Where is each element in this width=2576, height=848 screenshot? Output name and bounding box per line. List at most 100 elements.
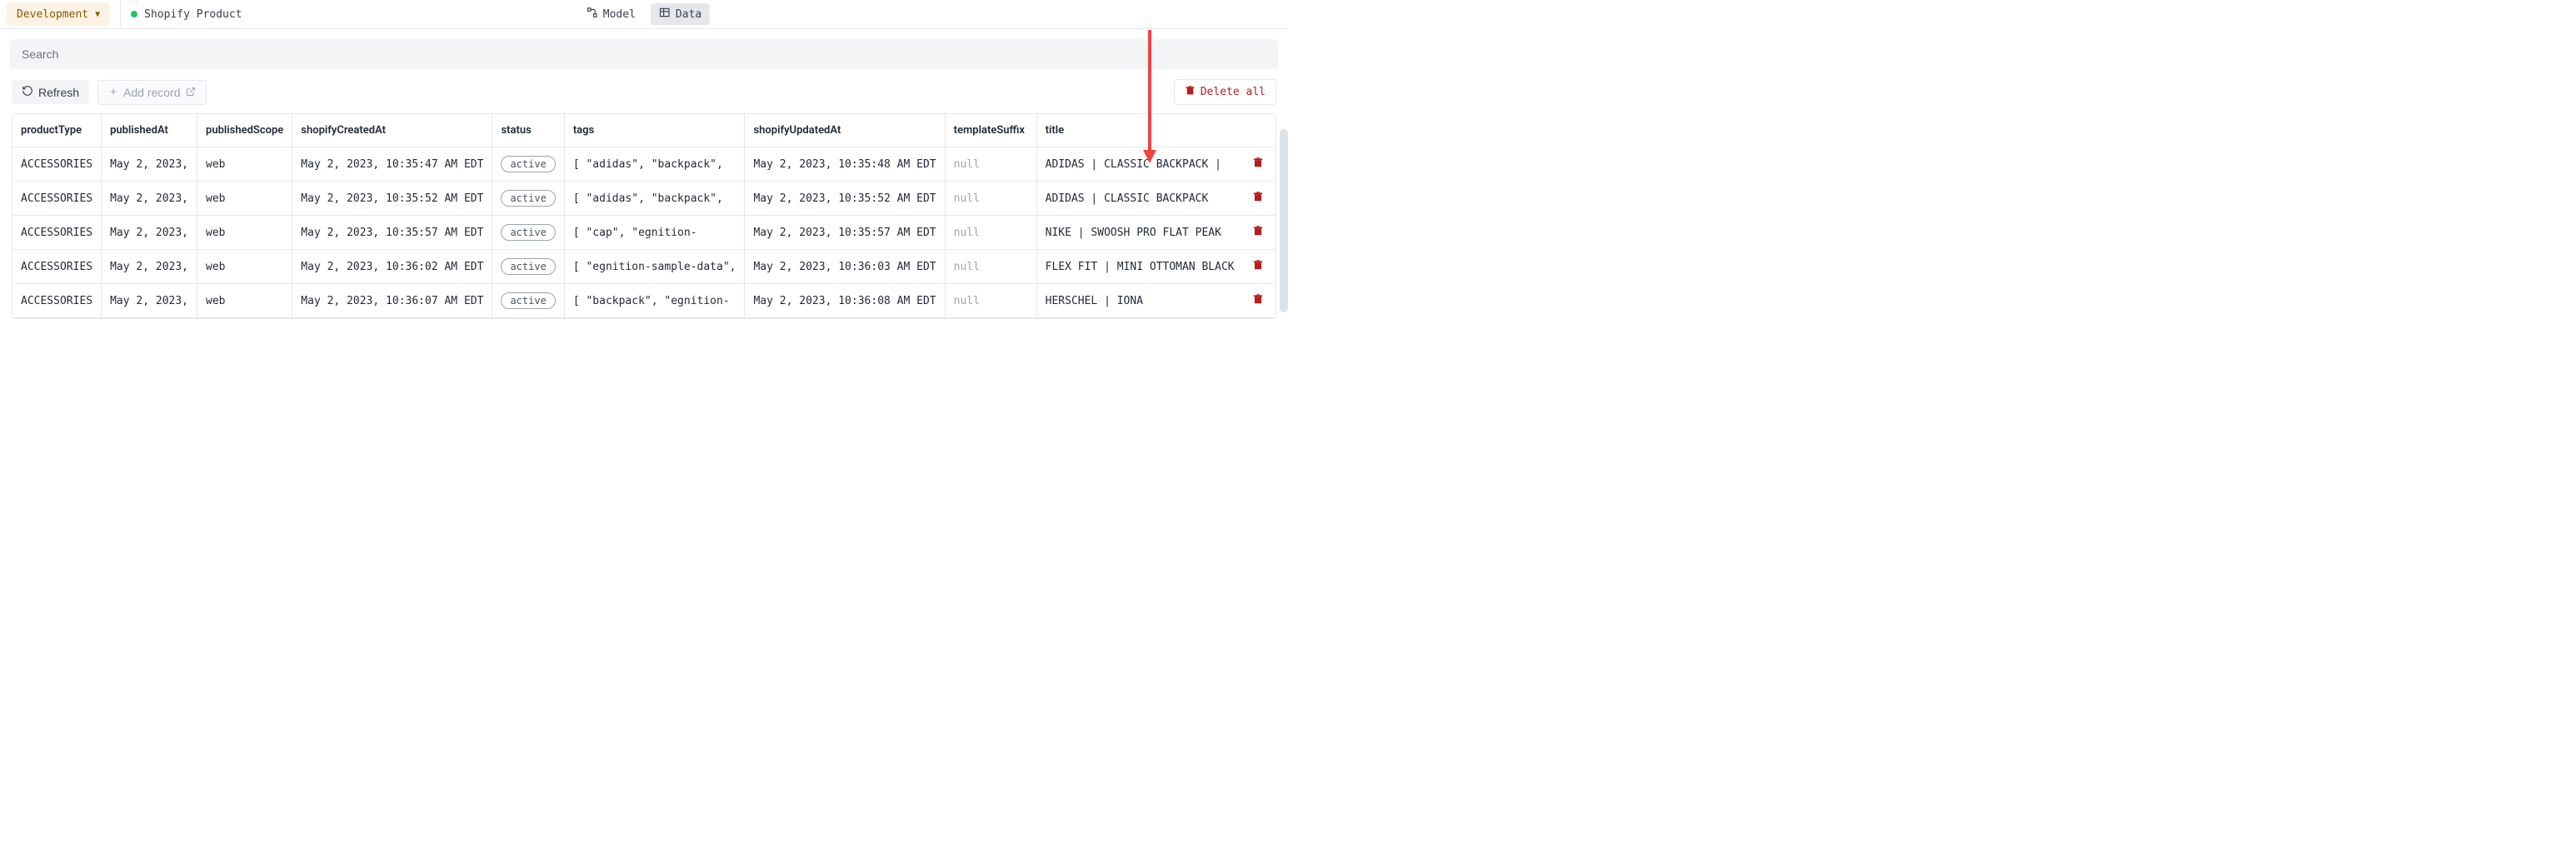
delete-row-button[interactable] (1252, 227, 1264, 240)
cell-publishedScope[interactable]: web (197, 147, 292, 182)
col-header-shopifyCreatedAt[interactable]: shopifyCreatedAt (292, 114, 492, 147)
trash-icon (1252, 225, 1264, 237)
cell-title[interactable]: ADIDAS | CLASSIC BACKPACK | (1036, 147, 1243, 182)
table-row[interactable]: ACCESSORIESMay 2, 2023,webMay 2, 2023, 1… (12, 284, 1276, 318)
cell-publishedScope[interactable]: web (197, 284, 292, 318)
status-pill: active (501, 292, 555, 309)
cell-title[interactable]: ADIDAS | CLASSIC BACKPACK (1036, 182, 1243, 216)
status-pill: active (501, 156, 555, 172)
table-icon (659, 7, 671, 22)
trash-icon (1252, 293, 1264, 305)
cell-status[interactable]: active (492, 147, 564, 182)
view-tabs: Model Data (578, 3, 710, 25)
delete-row-button[interactable] (1252, 193, 1264, 206)
cell-publishedAt[interactable]: May 2, 2023, (102, 147, 197, 182)
refresh-button[interactable]: Refresh (12, 80, 89, 104)
cell-shopifyCreatedAt[interactable]: May 2, 2023, 10:36:07 AM EDT (292, 284, 492, 318)
cell-shopifyCreatedAt[interactable]: May 2, 2023, 10:35:52 AM EDT (292, 182, 492, 216)
table-row[interactable]: ACCESSORIESMay 2, 2023,webMay 2, 2023, 1… (12, 147, 1276, 182)
add-record-button[interactable]: Add record (97, 80, 206, 105)
cell-status[interactable]: active (492, 182, 564, 216)
cell-productType[interactable]: ACCESSORIES (12, 284, 102, 318)
col-header-publishedAt[interactable]: publishedAt (102, 114, 197, 147)
cell-publishedScope[interactable]: web (197, 216, 292, 250)
cell-shopifyCreatedAt[interactable]: May 2, 2023, 10:36:02 AM EDT (292, 250, 492, 284)
cell-publishedAt[interactable]: May 2, 2023, (102, 284, 197, 318)
delete-all-button[interactable]: Delete all (1174, 79, 1276, 105)
col-header-shopifyUpdatedAt[interactable]: shopifyUpdatedAt (745, 114, 945, 147)
col-header-productType[interactable]: productType (12, 114, 102, 147)
cell-publishedAt[interactable]: May 2, 2023, (102, 182, 197, 216)
delete-row-button[interactable] (1252, 296, 1264, 308)
cell-productType[interactable]: ACCESSORIES (12, 147, 102, 182)
cell-templateSuffix[interactable]: null (945, 216, 1036, 250)
tab-model[interactable]: Model (578, 3, 644, 25)
cell-tags[interactable]: [ "cap", "egnition- (564, 216, 745, 250)
col-header-templateSuffix[interactable]: templateSuffix (945, 114, 1036, 147)
cell-status[interactable]: active (492, 284, 564, 318)
cell-shopifyCreatedAt[interactable]: May 2, 2023, 10:35:57 AM EDT (292, 216, 492, 250)
tree-icon (587, 7, 598, 22)
table-row[interactable]: ACCESSORIESMay 2, 2023,webMay 2, 2023, 1… (12, 250, 1276, 284)
toolbar: Refresh Add record Delete all (0, 76, 1288, 113)
cell-templateSuffix[interactable]: null (945, 147, 1036, 182)
cell-shopifyUpdatedAt[interactable]: May 2, 2023, 10:35:52 AM EDT (745, 182, 945, 216)
data-table-container: productType publishedAt publishedScope s… (12, 113, 1276, 319)
cell-templateSuffix[interactable]: null (945, 182, 1036, 216)
table-scroll-area[interactable]: productType publishedAt publishedScope s… (12, 114, 1276, 318)
trash-icon (1252, 259, 1264, 271)
cell-publishedScope[interactable]: web (197, 182, 292, 216)
status-pill: active (501, 224, 555, 241)
table-row[interactable]: ACCESSORIESMay 2, 2023,webMay 2, 2023, 1… (12, 216, 1276, 250)
cell-status[interactable]: active (492, 216, 564, 250)
refresh-icon (22, 85, 33, 99)
cell-tags[interactable]: [ "egnition-sample-data", (564, 250, 745, 284)
cell-title[interactable]: NIKE | SWOOSH PRO FLAT PEAK (1036, 216, 1243, 250)
cell-title[interactable]: FLEX FIT | MINI OTTOMAN BLACK (1036, 250, 1243, 284)
status-dot-icon (131, 11, 137, 17)
cell-publishedScope[interactable]: web (197, 250, 292, 284)
scrollbar[interactable] (1280, 129, 1288, 312)
col-header-publishedScope[interactable]: publishedScope (197, 114, 292, 147)
cell-shopifyUpdatedAt[interactable]: May 2, 2023, 10:36:08 AM EDT (745, 284, 945, 318)
cell-actions (1241, 216, 1276, 250)
cell-shopifyUpdatedAt[interactable]: May 2, 2023, 10:35:57 AM EDT (745, 216, 945, 250)
cell-shopifyUpdatedAt[interactable]: May 2, 2023, 10:35:48 AM EDT (745, 147, 945, 182)
status-pill: active (501, 190, 555, 207)
cell-productType[interactable]: ACCESSORIES (12, 216, 102, 250)
col-header-tags[interactable]: tags (564, 114, 745, 147)
cell-templateSuffix[interactable]: null (945, 250, 1036, 284)
cell-tags[interactable]: [ "backpack", "egnition- (564, 284, 745, 318)
cell-productType[interactable]: ACCESSORIES (12, 182, 102, 216)
search-bar-container (0, 29, 1288, 76)
breadcrumb-title: Shopify Product (144, 8, 242, 21)
plus-icon (108, 86, 118, 99)
delete-row-button[interactable] (1252, 262, 1264, 274)
tab-model-label: Model (603, 8, 636, 21)
data-table: productType publishedAt publishedScope s… (12, 114, 1276, 318)
delete-row-button[interactable] (1252, 159, 1264, 172)
col-header-status[interactable]: status (492, 114, 564, 147)
cell-shopifyCreatedAt[interactable]: May 2, 2023, 10:35:47 AM EDT (292, 147, 492, 182)
cell-tags[interactable]: [ "adidas", "backpack", (564, 182, 745, 216)
cell-publishedAt[interactable]: May 2, 2023, (102, 216, 197, 250)
cell-publishedAt[interactable]: May 2, 2023, (102, 250, 197, 284)
trash-icon (1185, 85, 1196, 99)
table-header-row: productType publishedAt publishedScope s… (12, 114, 1276, 147)
col-header-title[interactable]: title (1036, 114, 1243, 147)
cell-actions (1241, 284, 1276, 318)
search-input[interactable] (10, 39, 1278, 69)
cell-status[interactable]: active (492, 250, 564, 284)
trash-icon (1252, 157, 1264, 168)
environment-selector[interactable]: Development ▼ (7, 2, 110, 26)
cell-shopifyUpdatedAt[interactable]: May 2, 2023, 10:36:03 AM EDT (745, 250, 945, 284)
cell-actions (1241, 182, 1276, 216)
cell-templateSuffix[interactable]: null (945, 284, 1036, 318)
col-header-actions (1241, 114, 1276, 147)
trash-icon (1252, 191, 1264, 202)
tab-data[interactable]: Data (651, 3, 710, 25)
cell-tags[interactable]: [ "adidas", "backpack", (564, 147, 745, 182)
table-row[interactable]: ACCESSORIESMay 2, 2023,webMay 2, 2023, 1… (12, 182, 1276, 216)
cell-title[interactable]: HERSCHEL | IONA (1036, 284, 1243, 318)
cell-productType[interactable]: ACCESSORIES (12, 250, 102, 284)
